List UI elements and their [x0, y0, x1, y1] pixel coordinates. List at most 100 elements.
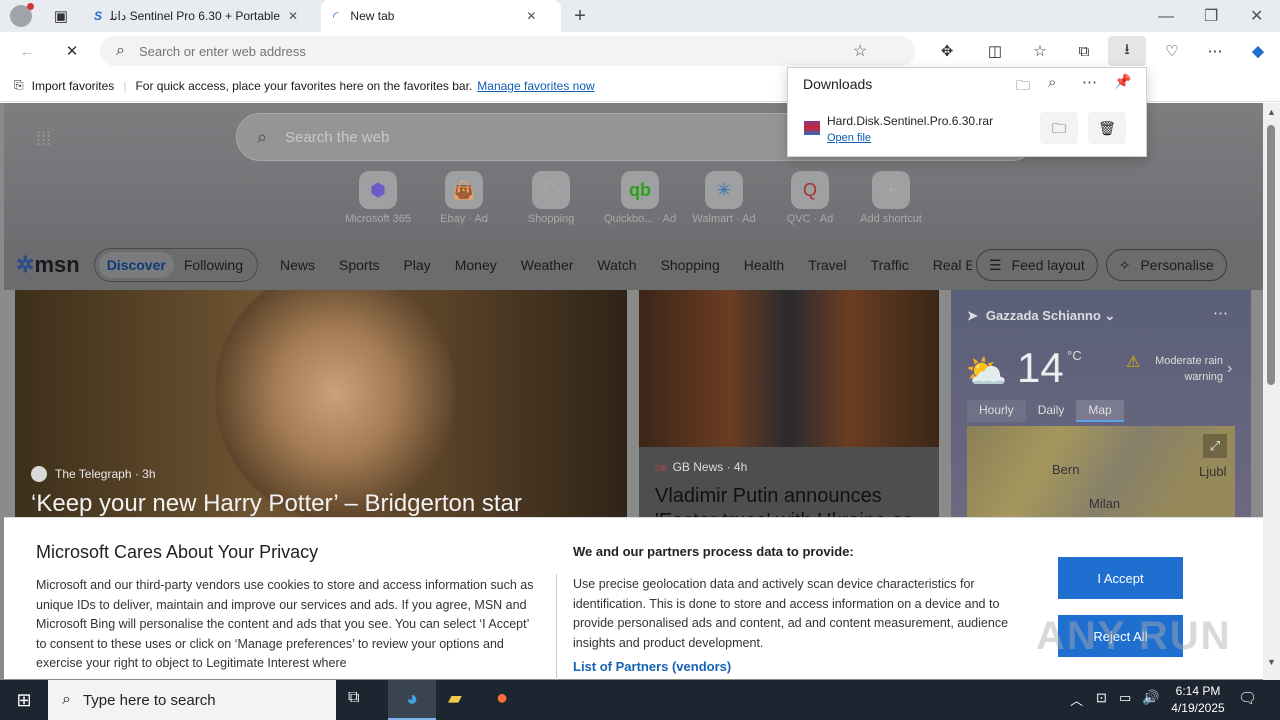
extensions-icon[interactable]: ✥: [932, 36, 962, 66]
nav-play[interactable]: Play: [403, 257, 430, 273]
window-close-icon[interactable]: ✕: [1250, 6, 1263, 26]
tab-new-tab[interactable]: ◜ New tab ✕: [321, 0, 561, 32]
privacy-title: Microsoft Cares About Your Privacy: [36, 542, 319, 562]
more-icon[interactable]: ⋯: [1200, 36, 1230, 66]
open-folder-icon[interactable]: 🗀: [1016, 75, 1030, 99]
import-favorites-button[interactable]: Import favorites: [32, 79, 115, 93]
close-icon[interactable]: ✕: [526, 9, 536, 23]
personalise-button[interactable]: ✧ Personalise: [1105, 249, 1227, 281]
tab-following[interactable]: Following: [174, 252, 253, 278]
page-scrollbar[interactable]: ▲ ▼: [1263, 103, 1280, 680]
downloads-icon[interactable]: ⭳: [1108, 36, 1146, 66]
shortcut-shopping[interactable]: 🏷 Shopping: [511, 171, 591, 225]
file-explorer-icon[interactable]: ▰: [448, 688, 462, 709]
show-in-folder-icon[interactable]: 🗀: [1040, 112, 1078, 144]
shortcut-quickbooks[interactable]: qb Quickbo... · Ad: [598, 171, 682, 225]
tab-hourly[interactable]: Hourly: [967, 400, 1026, 422]
nav-shopping[interactable]: Shopping: [661, 257, 720, 273]
partners-title: We and our partners process data to prov…: [573, 544, 854, 559]
notifications-icon[interactable]: 🗨: [1238, 689, 1257, 707]
copilot-icon[interactable]: ◆: [1243, 36, 1273, 66]
scroll-up-icon[interactable]: ▲: [1267, 107, 1276, 117]
scroll-down-icon[interactable]: ▼: [1267, 657, 1276, 667]
taskbar-search-placeholder: Type here to search: [82, 691, 216, 709]
downloads-title: Downloads: [803, 76, 873, 92]
tab-discover[interactable]: Discover: [98, 252, 174, 278]
tray-app-icon[interactable]: ⊡: [1096, 690, 1107, 706]
weather-card[interactable]: ➤ Gazzada Schianno ⌄ ⋯ ⛅ 14 °C ⚠ Moderate…: [951, 290, 1251, 520]
headline[interactable]: ‘Keep your new Harry Potter’ – Bridgerto…: [31, 490, 522, 518]
download-item[interactable]: Hard.Disk.Sentinel.Pro.6.30.rar Open fil…: [788, 105, 1146, 157]
collections-icon[interactable]: ⧉: [1069, 36, 1099, 66]
tab-actions-icon[interactable]: ▣: [46, 1, 76, 31]
loading-icon: ◜: [333, 7, 339, 24]
firefox-icon[interactable]: ●: [496, 687, 508, 710]
expand-icon[interactable]: ⤢: [1203, 434, 1227, 458]
nav-watch[interactable]: Watch: [597, 257, 636, 273]
browser-essentials-icon[interactable]: ♡: [1157, 36, 1187, 66]
chevron-right-icon[interactable]: ›: [1227, 360, 1232, 378]
tab-daily[interactable]: Daily: [1026, 400, 1077, 422]
clock-time: 6:14 PM: [1175, 684, 1221, 698]
delete-icon[interactable]: 🗑: [1088, 112, 1126, 144]
headline[interactable]: Vladimir Putin announces: [655, 485, 882, 508]
weather-map[interactable]: Bern Ljubl Milan ⤢: [967, 426, 1235, 520]
favorite-star-icon[interactable]: ☆: [853, 41, 867, 61]
add-shortcut-button[interactable]: + Add shortcut: [851, 171, 931, 225]
open-file-link[interactable]: Open file: [827, 132, 871, 144]
address-bar[interactable]: ⌕ ☆: [100, 36, 915, 66]
shortcut-ebay[interactable]: 👜 Ebay · Ad: [424, 171, 504, 225]
close-icon[interactable]: ✕: [288, 9, 298, 23]
more-icon[interactable]: ⋯: [1213, 304, 1228, 322]
network-icon[interactable]: ▭: [1119, 690, 1131, 706]
edge-taskbar-icon[interactable]: ◕: [388, 680, 436, 720]
tab-sentinel[interactable]: S Sentinel Pro 6.30 + Portable دانلود ✕: [82, 0, 320, 32]
nav-money[interactable]: Money: [455, 257, 497, 273]
downloads-panel: Downloads 🗀 ⌕ ⋯ 📌 Hard.Disk.Sentinel.Pro…: [787, 67, 1147, 157]
news-card-secondary[interactable]: GB GB News · 4h Vladimir Putin announces …: [639, 290, 939, 520]
tray-chevron-icon[interactable]: ︿: [1070, 690, 1083, 709]
split-screen-icon[interactable]: ◫: [980, 36, 1010, 66]
search-icon[interactable]: ⌕: [1048, 74, 1056, 91]
shortcut-walmart[interactable]: ✳ Walmart · Ad: [684, 171, 764, 225]
clock[interactable]: 6:14 PM 4/19/2025: [1168, 683, 1228, 717]
more-icon[interactable]: ⋯: [1082, 73, 1097, 91]
sliders-icon: ☰: [988, 256, 1002, 273]
favorites-icon[interactable]: ☆: [1025, 36, 1055, 66]
profile-icon[interactable]: [10, 3, 34, 27]
nav-news[interactable]: News: [280, 257, 315, 273]
back-icon[interactable]: ←: [12, 36, 42, 66]
partly-cloudy-icon: ⛅: [965, 353, 1008, 391]
nav-health[interactable]: Health: [744, 257, 784, 273]
start-button[interactable]: ⊞: [0, 680, 48, 720]
news-card-main[interactable]: The Telegraph · 3h ‘Keep your new Harry …: [15, 290, 627, 520]
shortcut-microsoft365[interactable]: ⬢ Microsoft 365: [338, 171, 418, 225]
partners-link[interactable]: List of Partners (vendors): [573, 659, 731, 674]
stop-loading-icon[interactable]: ✕: [57, 36, 87, 66]
favbar-message: For quick access, place your favorites h…: [135, 78, 473, 93]
task-view-icon[interactable]: ⧉: [348, 689, 359, 707]
gbnews-icon: GB: [655, 464, 667, 473]
apps-grid-icon[interactable]: ⁞⁞⁞: [36, 129, 51, 150]
pin-icon[interactable]: 📌: [1114, 73, 1131, 90]
feed-layout-button[interactable]: ☰ Feed layout: [975, 249, 1098, 281]
volume-icon[interactable]: 🔊: [1142, 689, 1159, 706]
restore-icon[interactable]: ❐: [1204, 6, 1218, 26]
minimize-icon[interactable]: —: [1158, 8, 1174, 26]
msn-logo[interactable]: ✲msn: [16, 252, 80, 278]
address-input[interactable]: [138, 43, 839, 59]
nav-traffic[interactable]: Traffic: [871, 257, 909, 273]
nav-travel[interactable]: Travel: [808, 257, 846, 273]
weather-warning[interactable]: Moderate rain warning: [1143, 353, 1223, 385]
watermark-logo: ANY RUN: [1036, 614, 1232, 658]
nav-weather[interactable]: Weather: [521, 257, 574, 273]
nav-real-estate[interactable]: Real E: [933, 257, 972, 273]
accept-button[interactable]: I Accept: [1058, 557, 1183, 599]
manage-favorites-link[interactable]: Manage favorites now: [477, 79, 594, 93]
taskbar-search[interactable]: ⌕ Type here to search: [48, 680, 336, 720]
scroll-thumb[interactable]: [1267, 125, 1275, 385]
new-tab-button[interactable]: +: [565, 1, 595, 31]
tab-map[interactable]: Map: [1076, 400, 1124, 422]
nav-sports[interactable]: Sports: [339, 257, 379, 273]
shortcut-qvc[interactable]: Q QVC · Ad: [770, 171, 850, 225]
